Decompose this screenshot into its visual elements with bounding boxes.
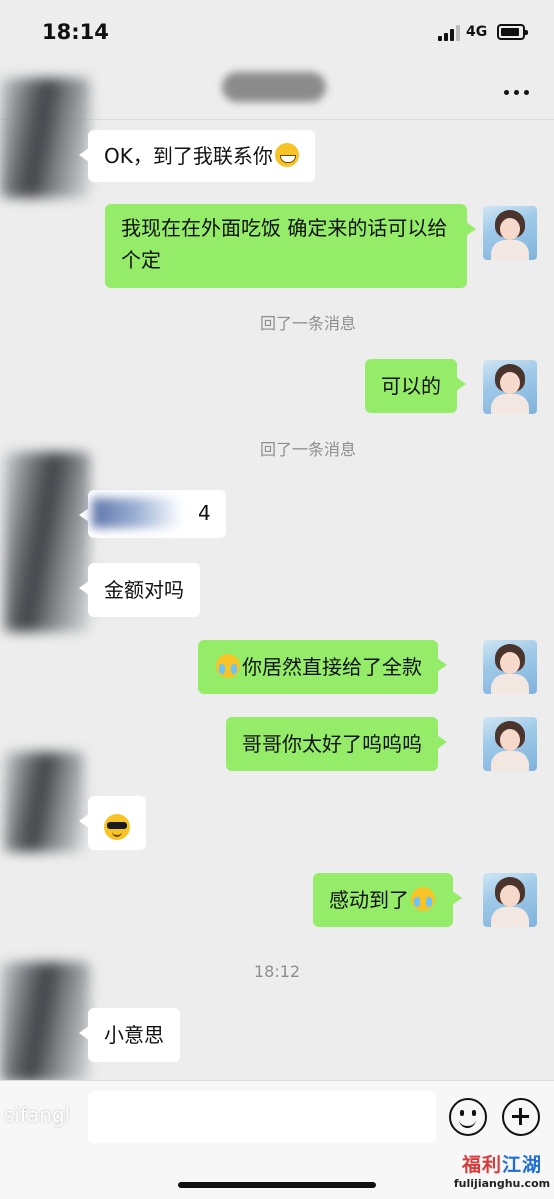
- chat-title-redacted: [222, 72, 326, 102]
- watermark: 福利江湖 fulijianghu.com: [452, 1150, 552, 1196]
- timestamp: 18:12: [254, 962, 301, 981]
- message-bubble[interactable]: 4: [79, 490, 226, 538]
- message-bubble[interactable]: 金额对吗: [79, 563, 200, 617]
- network-label: 4G: [466, 24, 488, 40]
- cry-emoji-icon: [216, 654, 240, 678]
- home-indicator: [178, 1182, 376, 1188]
- overlay-text: sifangl: [4, 1103, 71, 1127]
- signal-icon: [438, 25, 460, 41]
- message-bubble[interactable]: 可以的: [365, 359, 466, 413]
- contact-avatar: [0, 962, 90, 1082]
- contact-avatar: [4, 452, 90, 632]
- grin-emoji-icon: [274, 143, 299, 167]
- contact-avatar: [0, 78, 90, 198]
- watermark-sub: fulijianghu.com: [453, 1177, 551, 1190]
- message-bubble[interactable]: OK，到了我联系你: [79, 130, 315, 182]
- message-bubble[interactable]: [79, 796, 146, 850]
- message-bubble[interactable]: 我现在在外面吃饭 确定来的话可以给个定: [105, 204, 476, 288]
- plus-icon[interactable]: [502, 1098, 540, 1136]
- message-bubble[interactable]: 你居然直接给了全款: [198, 640, 447, 694]
- message-bubble[interactable]: 感动到了: [313, 873, 462, 927]
- message-text: OK，到了我联系你: [104, 144, 273, 168]
- self-avatar[interactable]: [483, 206, 537, 260]
- cool-emoji-icon: [104, 814, 130, 840]
- message-text: 小意思: [104, 1023, 164, 1047]
- system-notice: 回了一条消息: [260, 440, 357, 459]
- redacted-content: [92, 498, 182, 528]
- system-notice: 回了一条消息: [260, 314, 357, 333]
- status-time: 18:14: [42, 20, 109, 44]
- message-text: 感动到了: [329, 888, 409, 912]
- self-avatar[interactable]: [483, 640, 537, 694]
- message-text: 金额对吗: [104, 578, 184, 602]
- self-avatar[interactable]: [483, 360, 537, 414]
- message-text: 可以的: [381, 374, 441, 398]
- message-bubble[interactable]: 哥哥你太好了呜呜呜: [226, 717, 447, 771]
- watermark-main-b: 江湖: [502, 1154, 543, 1176]
- message-text: 哥哥你太好了呜呜呜: [242, 732, 422, 756]
- status-bar: 18:14 4G: [0, 0, 554, 62]
- more-icon[interactable]: [504, 90, 530, 96]
- battery-icon: [497, 24, 528, 40]
- self-avatar[interactable]: [483, 873, 537, 927]
- message-text: 我现在在外面吃饭 确定来的话可以给个定: [121, 216, 448, 272]
- message-bubble[interactable]: 小意思: [79, 1008, 180, 1062]
- watermark-main-a: 福利: [461, 1154, 502, 1176]
- message-text: 你居然直接给了全款: [242, 655, 422, 679]
- cry-emoji-icon: [411, 887, 435, 911]
- message-text: 4: [198, 501, 211, 525]
- contact-avatar: [4, 752, 84, 852]
- emoji-icon[interactable]: [449, 1098, 487, 1136]
- self-avatar[interactable]: [483, 717, 537, 771]
- message-input[interactable]: [88, 1091, 436, 1143]
